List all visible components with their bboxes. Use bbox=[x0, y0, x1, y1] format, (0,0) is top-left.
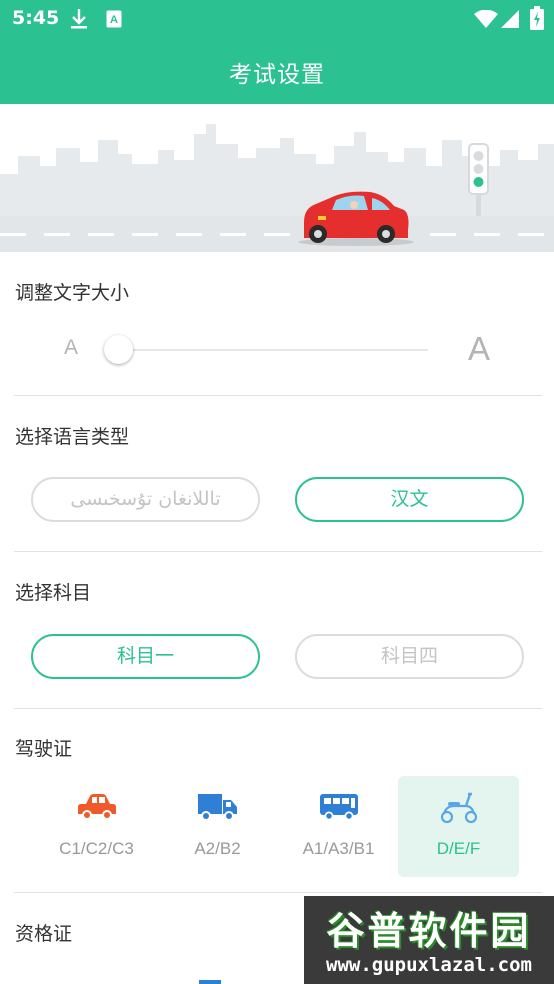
watermark-brand: 谷普软件园 bbox=[326, 909, 532, 953]
watermark: 谷普软件园 www.gupuxlazal.com bbox=[304, 896, 554, 984]
license-title: 驾驶证 bbox=[15, 738, 73, 760]
car-icon bbox=[78, 794, 116, 820]
license-label: D/E/F bbox=[436, 839, 481, 858]
truck-icon bbox=[198, 794, 237, 821]
divider bbox=[14, 708, 542, 709]
page-title: 考试设置 bbox=[229, 62, 325, 88]
signal-icon bbox=[501, 10, 519, 28]
app-notification-icon: A bbox=[106, 10, 122, 28]
city-road-illustration bbox=[0, 124, 554, 252]
license-option-a1a3b1[interactable]: A1/A3/B1 bbox=[278, 776, 399, 877]
app-bar: 考试设置 bbox=[0, 38, 554, 104]
license-option-c[interactable]: C1/C2/C3 bbox=[36, 776, 157, 877]
small-font-label: A bbox=[64, 336, 79, 359]
scooter-icon bbox=[440, 792, 478, 824]
bus-icon bbox=[320, 794, 358, 821]
subject-option-4[interactable]: 科目四 bbox=[295, 634, 524, 679]
qualification-title: 资格证 bbox=[15, 923, 73, 945]
subject-title: 选择科目 bbox=[15, 582, 92, 604]
language-option-uyghur[interactable]: تاللانغان تۇسخىسى bbox=[31, 477, 260, 522]
divider bbox=[14, 395, 542, 396]
license-label: A2/B2 bbox=[194, 839, 241, 858]
language-title: 选择语言类型 bbox=[15, 426, 130, 448]
banner-illustration bbox=[0, 104, 554, 252]
license-label: C1/C2/C3 bbox=[59, 839, 134, 858]
large-font-label: A bbox=[468, 330, 491, 367]
divider bbox=[14, 892, 542, 893]
license-label: A1/A3/B1 bbox=[302, 839, 375, 858]
status-bar: 5:45 A bbox=[0, 0, 554, 38]
font-size-slider-thumb[interactable] bbox=[104, 335, 133, 364]
download-icon bbox=[71, 9, 87, 29]
language-option-chinese[interactable]: 汉文 bbox=[295, 477, 524, 522]
font-size-title: 调整文字大小 bbox=[15, 282, 130, 304]
wifi-icon bbox=[474, 10, 498, 28]
subject-option-1[interactable]: 科目一 bbox=[31, 634, 260, 679]
svg-text:A: A bbox=[110, 14, 118, 26]
status-time: 5:45 bbox=[12, 7, 60, 29]
divider bbox=[14, 551, 542, 552]
font-size-slider-track[interactable] bbox=[106, 349, 428, 351]
watermark-url: www.gupuxlazal.com bbox=[326, 954, 532, 976]
license-option-def[interactable]: D/E/F bbox=[398, 776, 519, 877]
qualification-icon-peek bbox=[199, 980, 221, 984]
license-option-a2b2[interactable]: A2/B2 bbox=[157, 776, 278, 877]
battery-icon bbox=[530, 6, 544, 30]
